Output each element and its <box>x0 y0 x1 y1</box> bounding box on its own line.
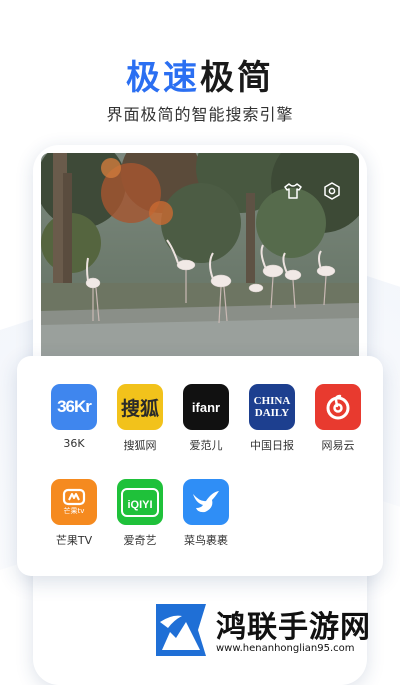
cainiao-bird-icon <box>183 479 229 525</box>
iqiyi-icon: iQIYI <box>117 479 163 525</box>
app-netease-music[interactable]: 网易云 <box>308 384 368 453</box>
app-label: 菜鸟裹裹 <box>184 534 228 547</box>
app-china-daily[interactable]: CHINA DAILY 中国日报 <box>242 384 302 453</box>
ifanr-icon: ifanr <box>183 384 229 430</box>
sohu-icon: 搜狐 <box>117 384 163 430</box>
app-label: 芒果TV <box>55 534 93 547</box>
gear-icon[interactable] <box>322 181 342 201</box>
app-label: 36K <box>63 437 85 450</box>
netease-music-icon <box>315 384 361 430</box>
title-rest: 极简 <box>200 58 274 98</box>
watermark-banner: 鸿联手游网 www.henanhonglian95.com <box>150 600 400 661</box>
app-sohu[interactable]: 搜狐 搜狐网 <box>110 384 170 453</box>
shirt-icon[interactable] <box>283 181 303 201</box>
app-label: 爱范儿 <box>189 439 223 452</box>
app-iqiyi[interactable]: iQIYI 爱奇艺 <box>110 479 170 548</box>
app-label: 搜狐网 <box>123 439 157 452</box>
36kr-icon: 36Kr <box>51 384 97 430</box>
app-label: 中国日报 <box>250 439 294 452</box>
watermark-name: 鸿联手游网 <box>216 610 371 645</box>
app-label: 爱奇艺 <box>123 534 157 547</box>
app-ifanr[interactable]: ifanr 爱范儿 <box>176 384 236 453</box>
wallpaper-photo <box>41 153 359 358</box>
app-label: 网易云 <box>321 439 355 452</box>
app-36k[interactable]: 36Kr 36K <box>44 384 104 450</box>
title-accent: 极速 <box>126 58 200 98</box>
watermark-logo-icon <box>156 604 206 656</box>
app-mango-tv[interactable]: 芒果tv 芒果TV <box>44 479 104 548</box>
app-cainiao[interactable]: 菜鸟裹裹 <box>176 479 236 548</box>
page-subtitle: 界面极简的智能搜索引擎 <box>106 105 294 124</box>
china-daily-icon: CHINA DAILY <box>249 384 295 430</box>
page-title: 极速极简 <box>0 50 400 99</box>
watermark-url: www.henanhonglian95.com <box>216 643 355 654</box>
app-shortcuts-panel: 36Kr 36K 搜狐 搜狐网 ifanr 爱范儿 CHINA DAILY 中国… <box>17 356 383 576</box>
mango-tv-icon: 芒果tv <box>51 479 97 525</box>
